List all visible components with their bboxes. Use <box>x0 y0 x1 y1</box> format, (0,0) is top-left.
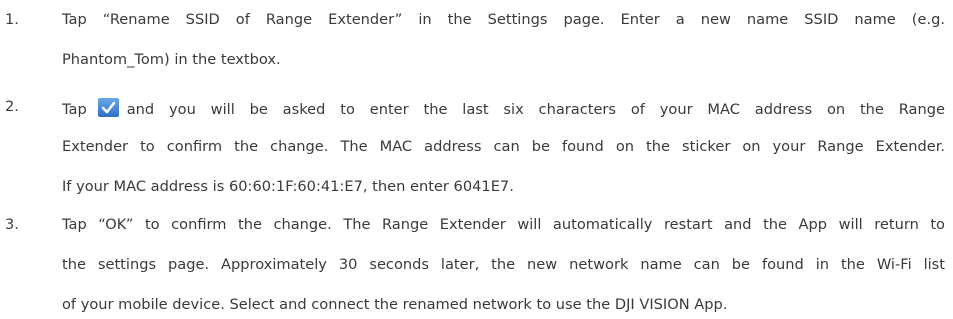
step-line: Tap “Rename SSID of Range Extender” in t… <box>62 11 945 28</box>
step-number: 3. <box>5 216 19 233</box>
step-number: 1. <box>5 11 19 28</box>
step-line: Tap and you will be asked to enter the la… <box>62 98 945 119</box>
step-line: Extender to confirm the change. The MAC … <box>62 138 945 155</box>
step-text: Tap <box>62 101 87 118</box>
step-line: of your mobile device. Select and connec… <box>62 296 728 313</box>
checkmark-icon <box>97 98 119 117</box>
step-line: If your MAC address is 60:60:1F:60:41:E7… <box>62 178 514 195</box>
step-line: Tap “OK” to confirm the change. The Rang… <box>62 216 945 233</box>
step-number: 2. <box>5 98 19 115</box>
step-text: and you will be asked to enter the last … <box>126 101 945 118</box>
instruction-steps: 1. Tap “Rename SSID of Range Extender” i… <box>0 0 953 319</box>
step-line: the settings page. Approximately 30 seco… <box>62 256 945 273</box>
step-line: Phantom_Tom) in the textbox. <box>62 51 281 68</box>
